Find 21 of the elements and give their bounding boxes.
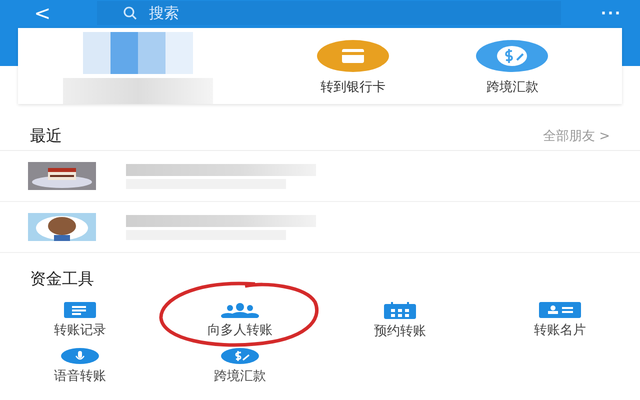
dollar-icon[interactable] [476, 40, 548, 72]
tool-label[interactable]: 向多人转账 [208, 321, 272, 339]
tool-label[interactable]: 跨境汇款 [214, 367, 266, 385]
bank-card-icon[interactable] [316, 40, 389, 72]
people-icon[interactable] [220, 302, 260, 318]
list-icon[interactable] [64, 302, 96, 318]
action-label[interactable]: 跨境汇款 [486, 78, 538, 96]
section-title: 资金工具 [29, 269, 94, 290]
more-button[interactable]: ··· [601, 2, 622, 24]
search-field[interactable]: 搜索 [96, 1, 562, 25]
calendar-icon[interactable] [384, 302, 416, 319]
name-card-icon[interactable] [539, 302, 581, 318]
tool-label[interactable]: 预约转账 [374, 322, 426, 340]
dollar-icon[interactable] [221, 348, 259, 364]
tool-label[interactable]: 转账名片 [534, 321, 586, 339]
microphone-icon[interactable] [61, 348, 99, 364]
action-label[interactable]: 转到银行卡 [320, 78, 386, 96]
tool-label[interactable]: 转账记录 [54, 321, 106, 339]
section-title: 最近 [30, 126, 62, 146]
back-button[interactable]: < [28, 1, 57, 25]
tool-label[interactable]: 语音转账 [54, 367, 106, 385]
